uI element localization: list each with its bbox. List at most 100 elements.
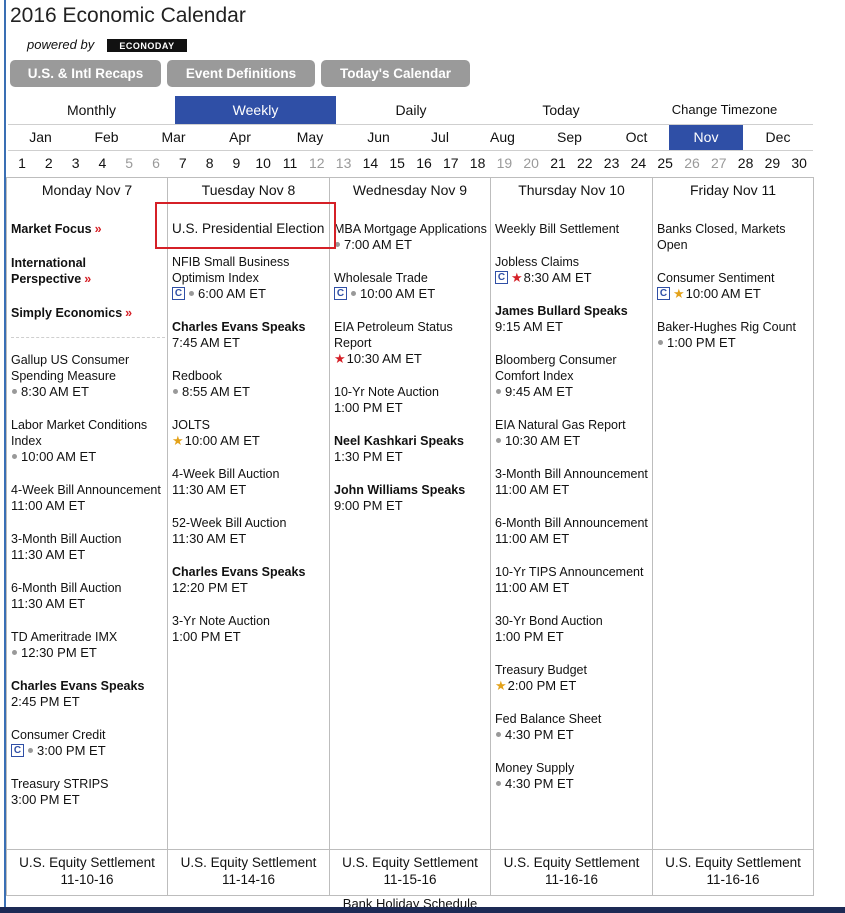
month-dec[interactable]: Dec (743, 125, 813, 150)
day-2[interactable]: 2 (38, 151, 60, 176)
event-name[interactable]: James Bullard Speaks (495, 303, 650, 319)
event-name[interactable]: John Williams Speaks (334, 482, 488, 498)
event-name[interactable]: 4-Week Bill Auction (172, 466, 327, 482)
event-item[interactable]: Treasury STRIPS 3:00 PM ET (11, 776, 165, 808)
day-1[interactable]: 1 (11, 151, 33, 176)
event-item[interactable]: Charles Evans Speaks 7:45 AM ET (172, 319, 327, 351)
event-item[interactable]: MBA Mortgage Applications 7:00 AM ET (334, 221, 488, 253)
event-name[interactable]: 6-Month Bill Announcement (495, 515, 650, 531)
event-item[interactable]: Baker-Hughes Rig Count 1:00 PM ET (657, 319, 811, 351)
event-name[interactable]: 6-Month Bill Auction (11, 580, 165, 596)
event-item[interactable]: Wholesale Trade C 10:00 AM ET (334, 270, 488, 302)
event-name[interactable]: 4-Week Bill Announcement (11, 482, 165, 498)
focus-link[interactable]: Simply Economics» (11, 305, 165, 321)
day-11[interactable]: 11 (279, 151, 301, 176)
event-item[interactable]: 6-Month Bill Announcement 11:00 AM ET (495, 515, 650, 547)
event-name[interactable]: Gallup US Consumer Spending Measure (11, 352, 165, 384)
tab-monthly[interactable]: Monthly (8, 96, 175, 124)
event-item[interactable]: Labor Market Conditions Index 10:00 AM ET (11, 417, 165, 465)
event-name[interactable]: 52-Week Bill Auction (172, 515, 327, 531)
month-jul[interactable]: Jul (410, 125, 470, 150)
event-name[interactable]: Charles Evans Speaks (172, 564, 327, 580)
day-29[interactable]: 29 (761, 151, 783, 176)
day-20[interactable]: 20 (520, 151, 542, 176)
econoday-logo[interactable]: ECONODAY (107, 39, 187, 52)
day-26[interactable]: 26 (681, 151, 703, 176)
change-timezone-link[interactable]: Change Timezone (636, 96, 813, 124)
event-name[interactable]: 3-Month Bill Announcement (495, 466, 650, 482)
day-16[interactable]: 16 (413, 151, 435, 176)
event-item[interactable]: Consumer Sentiment C ★10:00 AM ET (657, 270, 811, 302)
event-name[interactable]: 3-Month Bill Auction (11, 531, 165, 547)
month-may[interactable]: May (273, 125, 347, 150)
day-15[interactable]: 15 (386, 151, 408, 176)
day-19[interactable]: 19 (493, 151, 515, 176)
equity-settlement-cell[interactable]: U.S. Equity Settlement 11-15-16 (330, 849, 490, 896)
tab-daily[interactable]: Daily (336, 96, 486, 124)
event-item[interactable]: 52-Week Bill Auction 11:30 AM ET (172, 515, 327, 547)
day-25[interactable]: 25 (654, 151, 676, 176)
event-name[interactable]: 30-Yr Bond Auction (495, 613, 650, 629)
event-item[interactable]: John Williams Speaks 9:00 PM ET (334, 482, 488, 514)
event-name[interactable]: Treasury Budget (495, 662, 650, 678)
event-name[interactable]: Banks Closed, Markets Open (657, 221, 811, 253)
tab-weekly[interactable]: Weekly (175, 96, 336, 124)
event-name[interactable]: Fed Balance Sheet (495, 711, 650, 727)
day-4[interactable]: 4 (91, 151, 113, 176)
event-item[interactable]: TD Ameritrade IMX 12:30 PM ET (11, 629, 165, 661)
event-name[interactable]: Baker-Hughes Rig Count (657, 319, 811, 335)
day-21[interactable]: 21 (547, 151, 569, 176)
event-item[interactable]: 6-Month Bill Auction 11:30 AM ET (11, 580, 165, 612)
event-item[interactable]: Treasury Budget ★2:00 PM ET (495, 662, 650, 694)
day-18[interactable]: 18 (467, 151, 489, 176)
event-item[interactable]: 3-Month Bill Announcement 11:00 AM ET (495, 466, 650, 498)
equity-settlement-cell[interactable]: U.S. Equity Settlement 11-10-16 (7, 849, 167, 896)
todays-calendar-button[interactable]: Today's Calendar (321, 60, 470, 87)
event-name[interactable]: Charles Evans Speaks (172, 319, 327, 335)
event-item[interactable]: 3-Yr Note Auction 1:00 PM ET (172, 613, 327, 645)
month-feb[interactable]: Feb (73, 125, 140, 150)
day-17[interactable]: 17 (440, 151, 462, 176)
event-name[interactable]: JOLTS (172, 417, 327, 433)
day-6[interactable]: 6 (145, 151, 167, 176)
event-item[interactable]: Money Supply 4:30 PM ET (495, 760, 650, 792)
event-item[interactable]: 10-Yr TIPS Announcement 11:00 AM ET (495, 564, 650, 596)
event-name[interactable]: Consumer Sentiment (657, 270, 811, 286)
event-item[interactable]: Redbook 8:55 AM ET (172, 368, 327, 400)
month-jun[interactable]: Jun (347, 125, 410, 150)
day-3[interactable]: 3 (65, 151, 87, 176)
event-item[interactable]: 10-Yr Note Auction 1:00 PM ET (334, 384, 488, 416)
day-5[interactable]: 5 (118, 151, 140, 176)
event-item[interactable]: Consumer Credit C 3:00 PM ET (11, 727, 165, 759)
event-name[interactable]: EIA Natural Gas Report (495, 417, 650, 433)
event-name[interactable]: Consumer Credit (11, 727, 165, 743)
event-item[interactable]: Banks Closed, Markets Open (657, 221, 811, 253)
equity-settlement-cell[interactable]: U.S. Equity Settlement 11-16-16 (491, 849, 652, 896)
event-item[interactable]: James Bullard Speaks 9:15 AM ET (495, 303, 650, 335)
day-24[interactable]: 24 (627, 151, 649, 176)
day-22[interactable]: 22 (574, 151, 596, 176)
day-23[interactable]: 23 (601, 151, 623, 176)
us-intl-recaps-button[interactable]: U.S. & Intl Recaps (10, 60, 161, 87)
event-definitions-button[interactable]: Event Definitions (167, 60, 315, 87)
event-name[interactable]: TD Ameritrade IMX (11, 629, 165, 645)
day-13[interactable]: 13 (333, 151, 355, 176)
month-nov[interactable]: Nov (669, 125, 743, 150)
event-item[interactable]: NFIB Small Business Optimism Index C 6:00 … (172, 254, 327, 302)
day-28[interactable]: 28 (735, 151, 757, 176)
month-oct[interactable]: Oct (604, 125, 669, 150)
consensus-icon[interactable]: C (172, 287, 185, 301)
event-item[interactable]: 4-Week Bill Auction 11:30 AM ET (172, 466, 327, 498)
consensus-icon[interactable]: C (11, 744, 24, 758)
event-name[interactable]: Redbook (172, 368, 327, 384)
event-item[interactable]: EIA Petroleum Status Report ★10:30 AM ET (334, 319, 488, 367)
event-name[interactable]: Bloomberg Consumer Comfort Index (495, 352, 650, 384)
day-27[interactable]: 27 (708, 151, 730, 176)
month-mar[interactable]: Mar (140, 125, 207, 150)
event-name[interactable]: Treasury STRIPS (11, 776, 165, 792)
event-item[interactable]: 30-Yr Bond Auction 1:00 PM ET (495, 613, 650, 645)
equity-settlement-cell[interactable]: U.S. Equity Settlement 11-16-16 (653, 849, 813, 896)
event-name[interactable]: Weekly Bill Settlement (495, 221, 650, 237)
day-12[interactable]: 12 (306, 151, 328, 176)
month-sep[interactable]: Sep (535, 125, 604, 150)
